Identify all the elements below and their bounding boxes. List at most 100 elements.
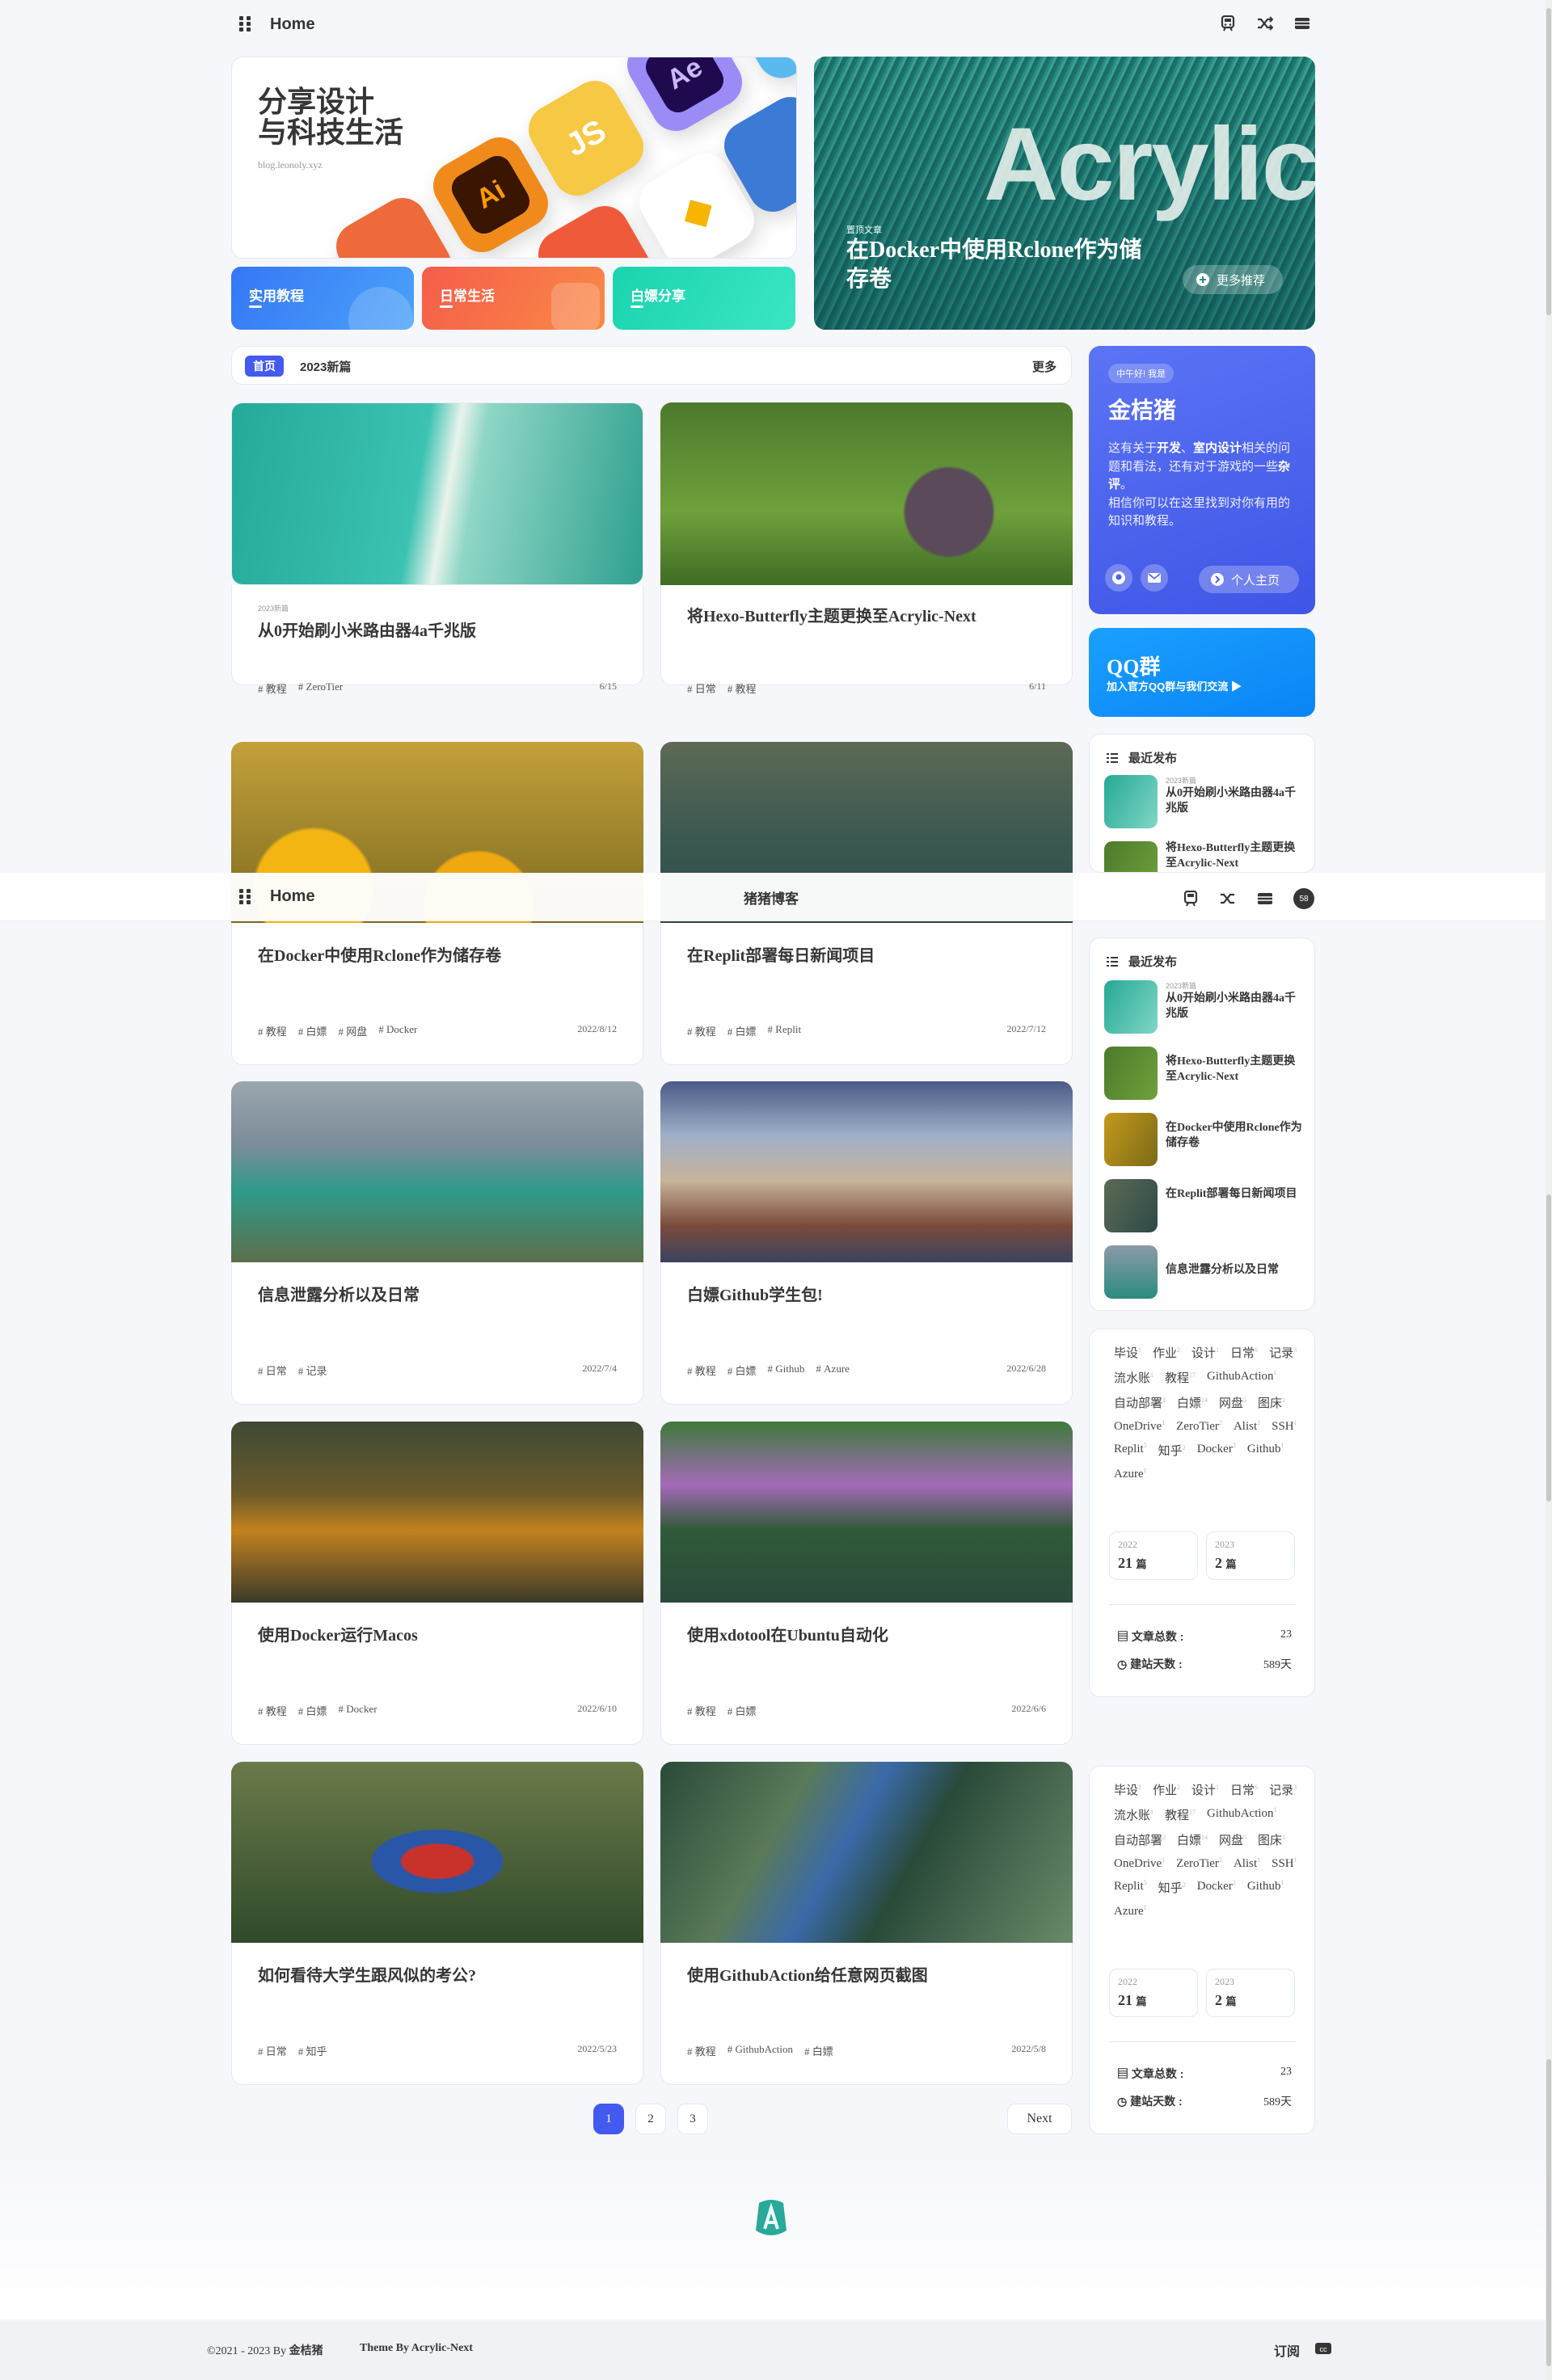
- tag-link[interactable]: 自动部署2: [1114, 1394, 1166, 1411]
- tag-link[interactable]: 毕设1: [1114, 1344, 1141, 1361]
- post-title[interactable]: 在Docker中使用Rclone作为储存卷: [258, 942, 501, 966]
- post-tag[interactable]: # Azure: [816, 1363, 850, 1378]
- post-title[interactable]: 使用xdotool在Ubuntu自动化: [687, 1622, 888, 1645]
- page-scrollbar[interactable]: [1546, 0, 1552, 2380]
- post-title[interactable]: 使用Docker运行Macos: [258, 1622, 418, 1645]
- tag-link[interactable]: SSH1: [1272, 1856, 1297, 1871]
- tag-link[interactable]: GithubAction1: [1207, 1369, 1277, 1386]
- tag-link[interactable]: 自动部署2: [1114, 1831, 1166, 1848]
- tag-link[interactable]: 作业2: [1153, 1781, 1180, 1798]
- post-card-body[interactable]: 使用Docker运行Macos # 教程 # 白嫖 # Docker 2022/6/10: [231, 1603, 643, 1745]
- archive-year-box[interactable]: 2023 2 篇: [1206, 1531, 1295, 1580]
- post-card-body[interactable]: 使用GithubAction给任意网页截图 # 教程 # GithubAction #…: [660, 1943, 1073, 2085]
- post-tag[interactable]: # Docker: [339, 1703, 377, 1718]
- post-card-body[interactable]: 在Replit部署每日新闻项目 # 教程 # 白嫖 # Replit 2022/…: [660, 923, 1073, 1065]
- post-title[interactable]: 信息泄露分析以及日常: [258, 1282, 420, 1305]
- recent-item[interactable]: 在Docker中使用Rclone作为储存卷: [1104, 1113, 1306, 1166]
- theme-link[interactable]: Theme By Acrylic-Next: [360, 2342, 473, 2355]
- current-category[interactable]: 2023新篇: [300, 358, 351, 375]
- site-title[interactable]: 猪猪博客: [744, 887, 799, 908]
- personal-home-button[interactable]: 个人主页: [1199, 566, 1299, 593]
- post-card-body[interactable]: 在Docker中使用Rclone作为储存卷 # 教程 # 白嫖 # 网盘 # D…: [231, 923, 643, 1065]
- tag-link[interactable]: Github1: [1247, 1879, 1284, 1896]
- more-recommend-button[interactable]: 更多推荐: [1183, 265, 1283, 294]
- mail-icon[interactable]: [1141, 564, 1168, 592]
- post-tag[interactable]: # 教程: [258, 680, 287, 696]
- post-tag[interactable]: # ZeroTier: [298, 680, 344, 696]
- post-title[interactable]: 将Hexo-Butterfly主题更换至Acrylic-Next: [687, 603, 976, 626]
- layout-toggle-icon[interactable]: [1293, 15, 1311, 32]
- menu-grid-icon[interactable]: [239, 16, 252, 32]
- post-tag[interactable]: # 白嫖: [728, 1703, 757, 1718]
- featured-post-card[interactable]: Acrylic 置顶文章 在Docker中使用Rclone作为储存卷 更多推荐: [814, 57, 1315, 330]
- post-card-body[interactable]: 将Hexo-Butterfly主题更换至Acrylic-Next # 日常 # …: [660, 585, 1073, 695]
- post-tag[interactable]: # 白嫖: [298, 1703, 327, 1718]
- shuffle-icon[interactable]: [1256, 15, 1274, 32]
- recent-item[interactable]: 信息泄露分析以及日常: [1104, 1245, 1306, 1299]
- tag-link[interactable]: 知乎2: [1158, 1442, 1186, 1459]
- next-page-button[interactable]: Next: [1007, 2104, 1072, 2134]
- home-category-pill[interactable]: 首页: [245, 356, 284, 377]
- tag-link[interactable]: Docker2: [1197, 1879, 1236, 1896]
- menu-grid-icon[interactable]: [239, 889, 252, 904]
- post-cover-image[interactable]: [231, 1081, 643, 1262]
- post-tag[interactable]: # 白嫖: [728, 1023, 757, 1038]
- recent-item[interactable]: 将Hexo-Butterfly主题更换至Acrylic-Next: [1104, 1047, 1306, 1100]
- qq-group-card[interactable]: QQ群 加入官方QQ群与我们交流 ▶: [1089, 628, 1315, 717]
- post-tag[interactable]: # 记录: [298, 1363, 327, 1378]
- tag-link[interactable]: Github1: [1247, 1442, 1284, 1459]
- post-tag[interactable]: # 日常: [258, 1363, 287, 1378]
- tag-link[interactable]: Alist1: [1234, 1419, 1260, 1434]
- avatar[interactable]: 58: [1293, 888, 1314, 909]
- tag-link[interactable]: ZeroTier2: [1176, 1856, 1222, 1871]
- tag-link[interactable]: 白嫖14: [1177, 1394, 1208, 1411]
- post-cover-image[interactable]: [231, 1422, 643, 1603]
- tag-link[interactable]: Alist1: [1234, 1856, 1260, 1871]
- post-tag[interactable]: # 教程: [687, 1703, 716, 1718]
- post-tag[interactable]: # 网盘: [339, 1023, 368, 1038]
- post-tag[interactable]: # Github: [768, 1363, 805, 1378]
- archive-year-box[interactable]: 2022 21 篇: [1109, 1969, 1198, 2017]
- tag-link[interactable]: 日常6: [1230, 1344, 1258, 1361]
- post-card-body[interactable]: 使用xdotool在Ubuntu自动化 # 教程 # 白嫖 2022/6/6: [660, 1603, 1073, 1745]
- nav-home-link[interactable]: Home: [270, 887, 315, 906]
- train-icon[interactable]: [1182, 890, 1200, 908]
- tag-link[interactable]: 网盘5: [1219, 1394, 1246, 1411]
- tag-link[interactable]: OneDrive1: [1114, 1856, 1165, 1871]
- feature-title[interactable]: 在Docker中使用Rclone作为储存卷: [846, 236, 1153, 295]
- post-tag[interactable]: # Docker: [378, 1023, 417, 1038]
- tag-link[interactable]: Docker2: [1197, 1442, 1236, 1459]
- post-tag[interactable]: # 教程: [687, 2043, 716, 2058]
- train-icon[interactable]: [1219, 15, 1237, 32]
- post-tag[interactable]: # 日常: [258, 2043, 287, 2058]
- site-logo-icon[interactable]: [753, 2198, 790, 2239]
- post-title[interactable]: 从0开始刷小米路由器4a千兆版: [258, 617, 476, 641]
- tag-link[interactable]: 记录3: [1269, 1344, 1297, 1361]
- post-title[interactable]: 白嫖Github学生包!: [687, 1282, 823, 1305]
- shuffle-icon[interactable]: [1219, 890, 1237, 908]
- tag-link[interactable]: 设计1: [1191, 1344, 1219, 1361]
- tag-link[interactable]: ZeroTier2: [1176, 1419, 1222, 1434]
- tag-link[interactable]: 图床1: [1258, 1394, 1285, 1411]
- tag-link[interactable]: 图床1: [1258, 1831, 1285, 1848]
- post-title[interactable]: 在Replit部署每日新闻项目: [687, 942, 875, 966]
- tag-link[interactable]: GithubAction1: [1207, 1806, 1277, 1823]
- archive-year-box[interactable]: 2022 21 篇: [1109, 1531, 1198, 1580]
- page-2-button[interactable]: 2: [635, 2104, 666, 2134]
- tag-link[interactable]: Replit5: [1114, 1879, 1147, 1896]
- post-tag[interactable]: # 白嫖: [728, 1363, 757, 1378]
- tag-link[interactable]: SSH1: [1272, 1419, 1297, 1434]
- post-card-body[interactable]: 如何看待大学生跟风似的考公? # 日常 # 知乎 2022/5/23: [231, 1943, 643, 2085]
- post-tag[interactable]: # 教程: [258, 1703, 287, 1718]
- post-tag[interactable]: # GithubAction: [728, 2043, 793, 2058]
- tag-link[interactable]: Replit5: [1114, 1442, 1147, 1459]
- category-tutorial-button[interactable]: 实用教程: [231, 267, 414, 330]
- tag-link[interactable]: Azure1: [1114, 1904, 1147, 1919]
- tag-link[interactable]: 设计1: [1191, 1781, 1219, 1798]
- layout-toggle-icon[interactable]: [1256, 890, 1274, 908]
- recent-item[interactable]: 将Hexo-Butterfly主题更换至Acrylic-Next: [1104, 841, 1306, 872]
- tag-link[interactable]: 白嫖14: [1177, 1831, 1208, 1848]
- tag-link[interactable]: OneDrive1: [1114, 1419, 1165, 1434]
- tag-link[interactable]: 日常6: [1230, 1781, 1258, 1798]
- post-card-body[interactable]: 白嫖Github学生包! # 教程 # 白嫖 # Github # Azure 2022/…: [660, 1262, 1073, 1405]
